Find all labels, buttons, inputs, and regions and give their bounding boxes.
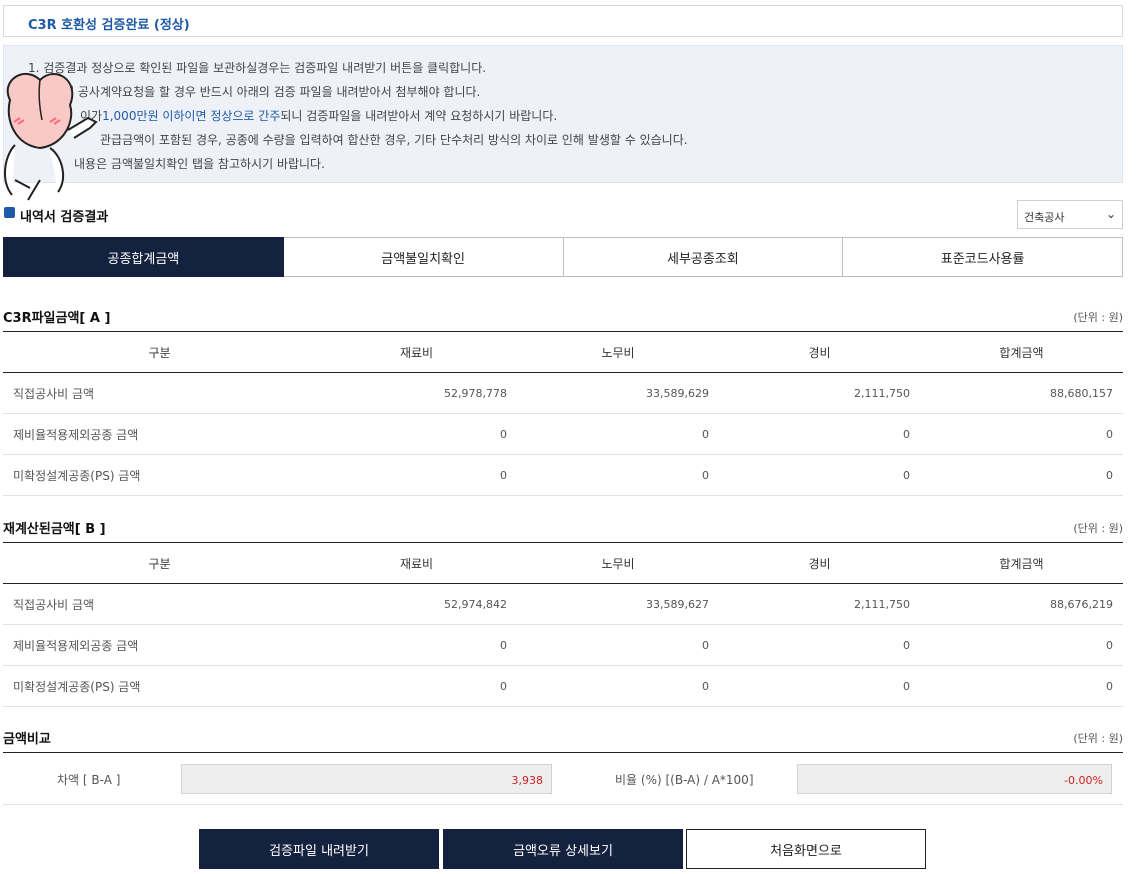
notice-line-3-suffix: 되니 검증파일을 내려받아서 계약 요청하시기 바랍니다.	[280, 109, 558, 123]
tab-mismatch-check[interactable]: 금액불일치확인	[283, 237, 564, 277]
col-header: 구분	[3, 542, 316, 584]
cell-value: 0	[316, 413, 517, 455]
notice-line-3: 이가1,000만원 이하이면 정상으로 간주되니 검증파일을 내려받아서 계약 …	[80, 107, 557, 124]
section-marker-icon	[4, 207, 15, 218]
table-row: 미확정설계공종(PS) 금액 0 0 0 0	[3, 665, 1123, 707]
table-header-row: 구분 재료비 노무비 경비 합계금액	[3, 331, 1123, 373]
table-header-row: 구분 재료비 노무비 경비 합계금액	[3, 542, 1123, 584]
comparison-unit: (단위 : 원)	[1073, 732, 1123, 745]
ratio-value-field: -0.00%	[797, 764, 1112, 794]
cell-value: 0	[920, 624, 1123, 666]
table-row: 미확정설계공종(PS) 금액 0 0 0 0	[3, 454, 1123, 496]
cell-value: 0	[920, 665, 1123, 707]
download-file-button[interactable]: 검증파일 내려받기	[199, 829, 439, 869]
row-label: 미확정설계공종(PS) 금액	[3, 454, 316, 496]
table-row: 제비율적용제외공종 금액 0 0 0 0	[3, 413, 1123, 455]
table-a-title: C3R파일금액[ A ]	[3, 311, 111, 326]
work-type-select[interactable]: 건축공사 ⌄	[1017, 200, 1123, 229]
table-row: 직접공사비 금액 52,978,778 33,589,629 2,111,750…	[3, 372, 1123, 414]
table-b-title: 재계산된금액[ B ]	[3, 522, 106, 537]
cell-value: 88,676,219	[920, 583, 1123, 625]
work-type-select-value: 건축공사	[1024, 211, 1065, 224]
col-header: 합계금액	[920, 542, 1123, 584]
result-tabs: 공종합계금액 금액불일치확인 세부공종조회 표준코드사용률	[3, 237, 1123, 277]
notice-line-4: 관급금액이 포함된 경우, 공종에 수량을 입력하여 합산한 경우, 기타 단수…	[100, 133, 688, 147]
col-header: 재료비	[316, 331, 517, 373]
row-label: 미확정설계공종(PS) 금액	[3, 665, 316, 707]
row-label: 직접공사비 금액	[3, 372, 316, 414]
comparison-divider	[3, 752, 1123, 753]
tab-standard-code[interactable]: 표준코드사용률	[843, 237, 1123, 277]
comparison-bottom-divider	[3, 804, 1123, 805]
col-header: 경비	[719, 331, 920, 373]
result-section-title: 내역서 검증결과	[20, 210, 109, 225]
table-row: 직접공사비 금액 52,974,842 33,589,627 2,111,750…	[3, 583, 1123, 625]
cell-value: 0	[316, 665, 517, 707]
chevron-down-icon: ⌄	[1105, 207, 1116, 221]
cell-value: 0	[517, 665, 719, 707]
notice-line-2: 청에 공사계약요청을 할 경우 반드시 아래의 검증 파일을 내려받아서 첨부해…	[52, 85, 481, 99]
cell-value: 33,589,627	[517, 583, 719, 625]
cell-value: 0	[517, 624, 719, 666]
ratio-value: -0.00%	[1064, 774, 1103, 787]
cell-value: 0	[719, 624, 920, 666]
cell-value: 0	[719, 665, 920, 707]
cell-value: 0	[316, 454, 517, 496]
cell-value: 0	[517, 454, 719, 496]
table-a-unit: (단위 : 원)	[1073, 311, 1123, 324]
col-header: 노무비	[517, 331, 719, 373]
cell-value: 0	[719, 454, 920, 496]
cell-value: 88,680,157	[920, 372, 1123, 414]
row-label: 제비율적용제외공종 금액	[3, 413, 316, 455]
cell-value: 0	[517, 413, 719, 455]
home-button[interactable]: 처음화면으로	[686, 829, 926, 869]
diff-value: 3,938	[511, 774, 544, 787]
col-header: 경비	[719, 542, 920, 584]
tab-total-amount[interactable]: 공종합계금액	[3, 237, 284, 277]
notice-line-5: 내용은 금액불일치확인 탭을 참고하시기 바랍니다.	[74, 157, 325, 171]
table-a: 구분 재료비 노무비 경비 합계금액 직접공사비 금액 52,978,778 3…	[3, 331, 1123, 496]
cell-value: 2,111,750	[719, 583, 920, 625]
tab-detail-work[interactable]: 세부공종조회	[563, 237, 844, 277]
table-b: 구분 재료비 노무비 경비 합계금액 직접공사비 금액 52,974,842 3…	[3, 542, 1123, 707]
page-title-box: C3R 호환성 검증완료 (정상)	[3, 5, 1123, 37]
notice-highlight: 1,000만원 이하이면 정상으로 간주	[102, 109, 281, 123]
col-header: 구분	[3, 331, 316, 373]
peach-mascot-image	[4, 73, 98, 201]
col-header: 재료비	[316, 542, 517, 584]
diff-value-field: 3,938	[181, 764, 552, 794]
col-header: 합계금액	[920, 331, 1123, 373]
error-detail-button[interactable]: 금액오류 상세보기	[443, 829, 683, 869]
cell-value: 0	[920, 454, 1123, 496]
cell-value: 52,974,842	[316, 583, 517, 625]
comparison-title: 금액비교	[3, 732, 51, 747]
page-title: C3R 호환성 검증완료 (정상)	[28, 18, 190, 33]
table-b-unit: (단위 : 원)	[1073, 522, 1123, 535]
cell-value: 2,111,750	[719, 372, 920, 414]
diff-label: 차액 [ B-A ]	[57, 773, 121, 787]
row-label: 직접공사비 금액	[3, 583, 316, 625]
notice-panel: 1. 검증결과 정상으로 확인된 파일을 보관하실경우는 검증파일 내려받기 버…	[3, 45, 1123, 183]
table-row: 제비율적용제외공종 금액 0 0 0 0	[3, 624, 1123, 666]
cell-value: 0	[719, 413, 920, 455]
cell-value: 33,589,629	[517, 372, 719, 414]
col-header: 노무비	[517, 542, 719, 584]
cell-value: 52,978,778	[316, 372, 517, 414]
cell-value: 0	[316, 624, 517, 666]
cell-value: 0	[920, 413, 1123, 455]
row-label: 제비율적용제외공종 금액	[3, 624, 316, 666]
ratio-label: 비율 (%) [(B-A) / A*100]	[615, 773, 754, 787]
